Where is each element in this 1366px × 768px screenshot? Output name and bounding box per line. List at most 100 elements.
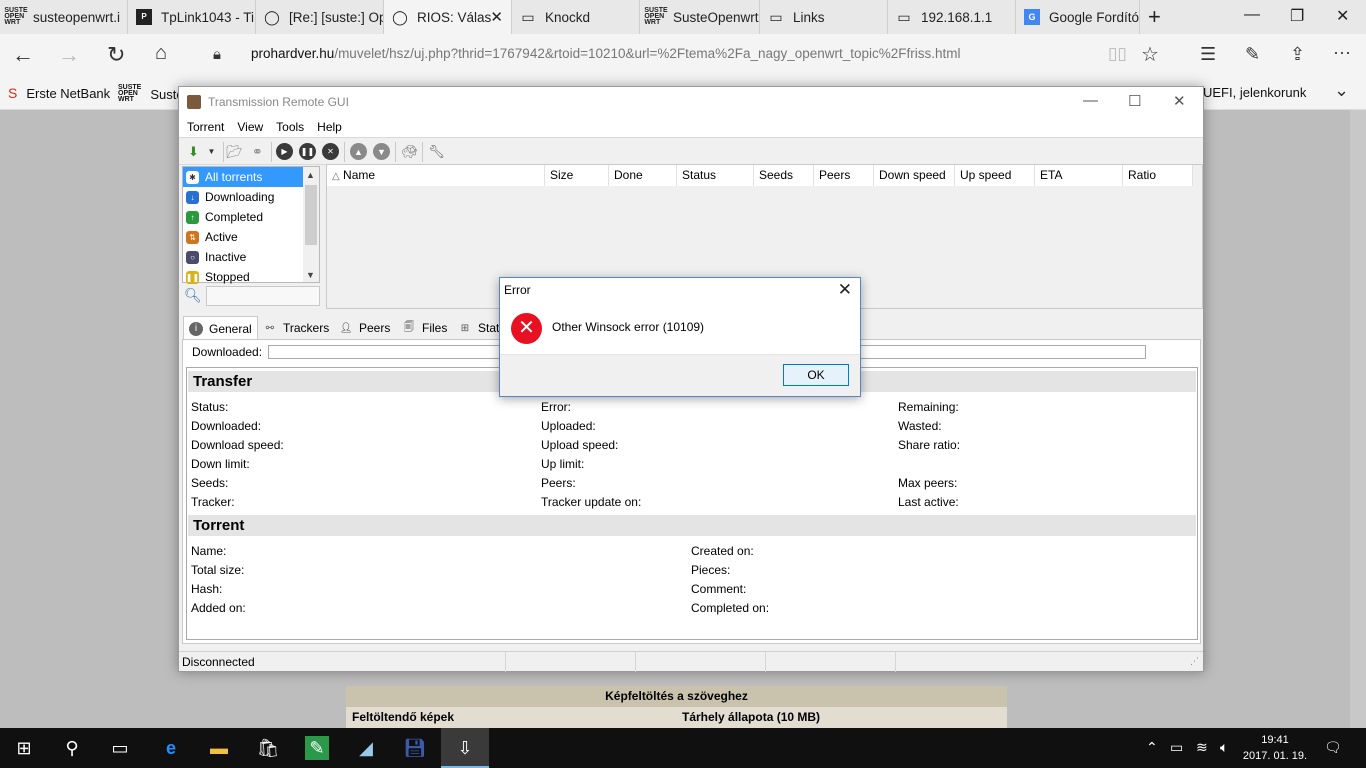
pause-icon[interactable]: ❚❚ <box>299 143 316 160</box>
column-name[interactable]: △ Name <box>327 165 545 186</box>
restore-icon[interactable]: ❐ <box>1290 6 1304 26</box>
menu-help[interactable]: Help <box>317 117 342 137</box>
scroll-thumb[interactable] <box>305 185 317 245</box>
resize-grip-icon[interactable]: ⋰ <box>1190 656 1199 667</box>
home-icon[interactable]: ⌂ <box>155 42 167 65</box>
clock[interactable]: 19:41 2017. 01. 19. <box>1240 732 1310 764</box>
move-data-icon[interactable]: ⚭ <box>249 143 266 160</box>
column-seeds[interactable]: Seeds <box>754 165 814 186</box>
close-icon[interactable]: ✕ <box>1173 92 1186 110</box>
tab-susteopenwrt[interactable]: SUSTE OPEN WRT susteopenwrt.i <box>0 0 128 34</box>
move-up-icon[interactable]: ▲ <box>350 143 367 160</box>
minimize-icon[interactable]: — <box>1083 92 1098 109</box>
filter-stopped[interactable]: ❚❚ Stopped <box>183 267 303 287</box>
action-center-icon[interactable]: 🗨︎ <box>1324 739 1342 756</box>
completed-icon: ↑ <box>186 210 199 224</box>
store-icon[interactable]: 🛍︎ <box>256 736 280 760</box>
remove-icon[interactable]: ✕ <box>322 143 339 160</box>
scroll-up-icon[interactable]: ▲ <box>306 170 315 180</box>
filter-all-torrents[interactable]: ✱ All torrents <box>183 167 303 187</box>
filter-inactive[interactable]: ○ Inactive <box>183 247 303 267</box>
battery-icon[interactable]: ▭ <box>1170 739 1183 756</box>
tab-knockd[interactable]: ▭ Knockd <box>512 0 640 34</box>
filter-scrollbar[interactable]: ▲ ▼ <box>303 167 319 282</box>
column-eta[interactable]: ETA <box>1035 165 1123 186</box>
filter-search-input[interactable] <box>206 286 320 306</box>
menu-tools[interactable]: Tools <box>276 117 304 137</box>
share-icon[interactable]: ⇪ <box>1290 44 1305 65</box>
close-tab-icon[interactable]: ✕ <box>490 8 503 26</box>
chevron-down-icon[interactable]: ⌄ <box>1334 80 1349 101</box>
tracker-update-label: Tracker update on: <box>541 495 642 509</box>
transmission-taskbar-icon[interactable]: ⇩ <box>441 728 489 768</box>
tab-peers[interactable]: 👤︎ Peers <box>334 317 395 339</box>
page-scrollbar[interactable] <box>1350 110 1366 728</box>
erste-logo-icon: S <box>8 85 18 101</box>
scroll-down-icon[interactable]: ▼ <box>306 270 315 280</box>
start-windows-icon[interactable]: ⊞ <box>12 736 36 760</box>
share-ratio-label: Share ratio: <box>898 438 961 452</box>
new-tab-icon[interactable]: + <box>1148 4 1161 30</box>
tab-general[interactable]: i General <box>183 316 258 340</box>
start-icon[interactable]: ▶ <box>276 143 293 160</box>
column-done[interactable]: Done <box>609 165 677 186</box>
tab-trackers[interactable]: ⚯ Trackers <box>258 317 334 339</box>
edge-icon[interactable]: e <box>159 736 183 760</box>
tab-re-suste[interactable]: ◯ [Re:] [suste:] Op <box>256 0 384 34</box>
toolbar-separator <box>271 142 272 162</box>
reading-view-icon[interactable]: ▯▯ <box>1108 44 1127 64</box>
options-wrench-icon[interactable]: 🔧︎ <box>428 143 445 160</box>
tab-susteopenwrt-2[interactable]: SUSTE OPEN WRT SusteOpenwrt <box>640 0 760 34</box>
task-view-icon[interactable]: ▭ <box>108 736 132 760</box>
favorite-star-icon[interactable]: ☆ <box>1141 42 1159 67</box>
web-note-icon[interactable]: ✎ <box>1245 44 1260 65</box>
hub-icon[interactable]: ☰ <box>1200 44 1216 65</box>
close-window-icon[interactable]: ✕ <box>1336 6 1349 26</box>
column-status[interactable]: Status <box>677 165 754 186</box>
move-down-icon[interactable]: ▼ <box>373 143 390 160</box>
back-icon[interactable]: ← <box>12 42 34 68</box>
tab-192[interactable]: ▭ 192.168.1.1 <box>888 0 1016 34</box>
filter-search-row: 🔍︎ <box>182 285 322 307</box>
forward-icon[interactable]: → <box>58 42 80 68</box>
column-label: Ratio <box>1128 168 1157 182</box>
maximize-icon[interactable]: ☐ <box>1128 92 1141 110</box>
filter-completed[interactable]: ↑ Completed <box>183 207 303 227</box>
close-icon[interactable]: ✕ <box>838 280 852 300</box>
column-peers[interactable]: Peers <box>814 165 874 186</box>
open-folder-icon[interactable]: 📂︎ <box>226 143 243 160</box>
more-icon[interactable]: ··· <box>1333 42 1351 63</box>
minimize-icon[interactable]: — <box>1244 6 1260 24</box>
filter-active[interactable]: ⇅ Active <box>183 227 303 247</box>
menu-view[interactable]: View <box>237 117 263 137</box>
volume-icon[interactable]: 🔈︎ <box>1220 739 1228 756</box>
wifi-icon[interactable]: ≋ <box>1196 739 1208 756</box>
pencil-app-icon[interactable]: ◢ <box>354 736 378 760</box>
menu-torrent[interactable]: Torrent <box>187 117 224 137</box>
chevron-down-icon[interactable]: ▼ <box>203 143 220 160</box>
tab-google-translate[interactable]: G Google Fordító <box>1016 0 1140 34</box>
file-explorer-icon[interactable]: ▬ <box>207 736 231 760</box>
tab-links[interactable]: ▭ Links <box>760 0 888 34</box>
search-icon[interactable]: ⚲ <box>60 736 84 760</box>
filter-downloading[interactable]: ↓ Downloading <box>183 187 303 207</box>
save-disk-icon[interactable]: 💾︎ <box>403 736 427 760</box>
turtle-mode-icon[interactable]: 🐢︎ <box>401 143 418 160</box>
chevron-up-icon[interactable]: ⌃ <box>1146 739 1158 756</box>
add-torrent-icon[interactable]: ⬇ <box>185 143 202 160</box>
column-down-speed[interactable]: Down speed <box>874 165 955 186</box>
refresh-icon[interactable]: ↻ <box>107 42 125 68</box>
favorite-erste[interactable]: S Erste NetBank <box>8 85 110 101</box>
tab-tplink[interactable]: P TpLink1043 - Ti <box>128 0 256 34</box>
address-bar[interactable]: prohardver.hu/muvelet/hsz/uj.php?thrid=1… <box>251 46 961 61</box>
tab-rios[interactable]: ◯ RIOS: Válas ✕ <box>384 0 512 34</box>
column-up-speed[interactable]: Up speed <box>955 165 1035 186</box>
tab-files[interactable]: 🗐︎ Files <box>397 317 452 339</box>
ok-button[interactable]: OK <box>783 364 849 386</box>
favorite-uefi[interactable]: UEFI, jelenkorunk <box>1203 85 1306 100</box>
evernote-icon[interactable]: ✎ <box>305 736 329 760</box>
column-ratio[interactable]: Ratio <box>1123 165 1193 186</box>
taskbar: ⊞ ⚲ ▭ e ▬ 🛍︎ ✎ ◢ 💾︎ ⇩ ⌃ ▭ ≋ 🔈︎ 19:41 201… <box>0 728 1366 768</box>
column-size[interactable]: Size <box>545 165 609 186</box>
tab-stats[interactable]: ⊞ Stat <box>453 317 504 339</box>
